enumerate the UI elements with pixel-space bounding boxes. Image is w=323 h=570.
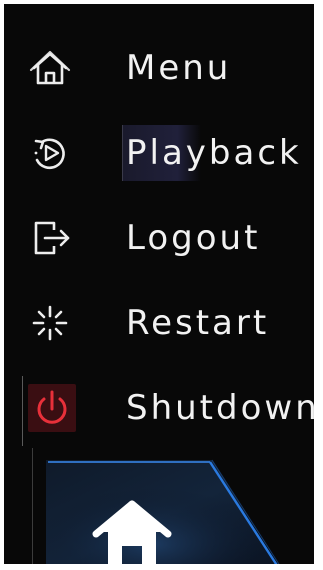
divider	[32, 448, 33, 564]
restart-icon	[28, 301, 72, 345]
context-menu-panel: Menu Playback Logout Restart Shutdown	[4, 4, 314, 564]
power-icon	[28, 384, 76, 432]
menu-item-restart[interactable]: Restart	[4, 289, 314, 359]
home-icon	[28, 46, 72, 90]
menu-item-logout[interactable]: Logout	[4, 204, 314, 274]
playback-icon	[28, 131, 72, 175]
home-tile[interactable]	[34, 452, 284, 564]
menu-item-label: Playback	[126, 133, 302, 173]
menu-item-playback[interactable]: Playback	[4, 119, 314, 189]
selection-indicator	[22, 376, 23, 446]
menu-item-label: Logout	[126, 218, 261, 258]
menu-item-menu[interactable]: Menu	[4, 34, 314, 104]
menu-item-label: Restart	[126, 303, 270, 343]
menu-item-shutdown[interactable]: Shutdown	[4, 374, 314, 446]
menu-item-label: Menu	[126, 48, 232, 88]
menu-item-label: Shutdown	[126, 388, 314, 428]
logout-icon	[28, 216, 72, 260]
